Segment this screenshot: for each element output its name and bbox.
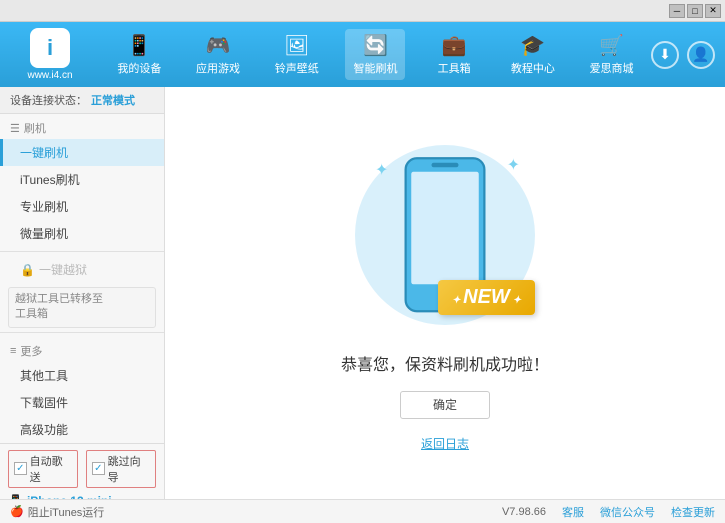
sidebar-item-no-data-loss[interactable]: 微量刷机 — [0, 220, 164, 247]
sidebar-section-more: ≡ 更多 — [0, 337, 164, 362]
nav-store[interactable]: 🛒 爱思商城 — [582, 29, 642, 80]
customer-service-link[interactable]: 客服 — [562, 504, 584, 520]
nav-toolbox[interactable]: 💼 工具箱 — [424, 29, 484, 80]
success-message: 恭喜您，保资料刷机成功啦！ — [341, 351, 549, 375]
back-link[interactable]: 返回日志 — [421, 435, 469, 452]
nav-tutorial[interactable]: 🎓 教程中心 — [503, 29, 563, 80]
nav-store-label: 爱思商城 — [590, 60, 634, 76]
title-bar: ─ □ ✕ — [0, 0, 725, 22]
nav-tutorial-icon: 🎓 — [520, 33, 545, 58]
sparkle-tr: ✦ — [507, 155, 520, 175]
lock-icon: 🔒 — [20, 263, 35, 277]
download-firmware-label: 下载固件 — [20, 396, 68, 410]
flash-section-label: 刷机 — [24, 120, 46, 136]
success-area: ✦ ✦ NEW 恭喜您，保资料刷机成功啦！ 确定 返回日志 — [341, 135, 549, 452]
one-key-flash-label: 一键刷机 — [20, 146, 68, 160]
auto-redirect-cb-box: ✓ — [14, 462, 27, 475]
nav-bar: 📱 我的设备 🎮 应用游戏 🖼 铃声壁纸 🔄 智能刷机 💼 工具箱 🎓 教程中心… — [100, 29, 651, 80]
header-right: ⬇ 👤 — [651, 41, 715, 69]
check-update-link[interactable]: 检查更新 — [671, 504, 715, 520]
logo[interactable]: i www.i4.cn — [10, 28, 90, 81]
nav-store-icon: 🛒 — [599, 33, 624, 58]
main-area: 设备连接状态： 正常模式 ☰ 刷机 一键刷机 iTunes刷机 专业刷机 微量刷… — [0, 87, 725, 499]
nav-my-device-label: 我的设备 — [117, 60, 161, 76]
device-icon: 📱 — [8, 494, 23, 499]
checkbox-area: ✓ 自动歌送 ✓ 跳过向导 — [8, 450, 156, 488]
advanced-label: 高级功能 — [20, 423, 68, 437]
content-area: ✦ ✦ NEW 恭喜您，保资料刷机成功啦！ 确定 返回日志 — [165, 87, 725, 499]
jailbreak-notice: 越狱工具已转移至工具箱 — [8, 287, 156, 328]
footer-right: V7.98.66 客服 微信公众号 检查更新 — [502, 504, 715, 520]
nav-my-device-icon: 📱 — [127, 33, 152, 58]
auto-redirect-checkbox[interactable]: ✓ 自动歌送 — [8, 450, 78, 488]
itunes-icon: 🍎 — [10, 505, 24, 518]
wechat-link[interactable]: 微信公众号 — [600, 504, 655, 520]
nav-apps-label: 应用游戏 — [196, 60, 240, 76]
status-label: 设备连接状态： — [10, 92, 87, 108]
device-name-text: iPhone 12 mini — [27, 494, 112, 499]
flash-section-icon: ☰ — [10, 122, 20, 135]
nav-apps-games[interactable]: 🎮 应用游戏 — [188, 29, 248, 80]
user-button[interactable]: 👤 — [687, 41, 715, 69]
download-button[interactable]: ⬇ — [651, 41, 679, 69]
sidebar: 设备连接状态： 正常模式 ☰ 刷机 一键刷机 iTunes刷机 专业刷机 微量刷… — [0, 87, 165, 499]
nav-wallpaper[interactable]: 🖼 铃声壁纸 — [267, 29, 327, 80]
footer-left: 🍎 阻止iTunes运行 — [10, 504, 104, 520]
more-section-label: 更多 — [20, 343, 42, 359]
confirm-button[interactable]: 确定 — [400, 391, 490, 419]
skip-guide-checkbox[interactable]: ✓ 跳过向导 — [86, 450, 156, 488]
window-controls: ─ □ ✕ — [669, 4, 721, 18]
nav-tutorial-label: 教程中心 — [511, 60, 555, 76]
nav-smart-flash-icon: 🔄 — [363, 33, 388, 58]
footer: 🍎 阻止iTunes运行 V7.98.66 客服 微信公众号 检查更新 — [0, 499, 725, 523]
nav-toolbox-label: 工具箱 — [438, 60, 471, 76]
jailbreak-label: 一键越狱 — [39, 261, 87, 278]
sidebar-section-jailbreak: 🔒 一键越狱 — [0, 256, 164, 283]
sidebar-item-pro-flash[interactable]: 专业刷机 — [0, 193, 164, 220]
nav-wallpaper-icon: 🖼 — [284, 33, 309, 58]
maximize-button[interactable]: □ — [687, 4, 703, 18]
sidebar-divider-2 — [0, 332, 164, 333]
nav-my-device[interactable]: 📱 我的设备 — [109, 29, 169, 80]
sidebar-bottom: ✓ 自动歌送 ✓ 跳过向导 📱 iPhone 12 mini 64GB Down… — [0, 443, 164, 499]
status-value: 正常模式 — [91, 92, 135, 108]
skip-guide-label: 跳过向导 — [108, 453, 150, 485]
sparkle-tl: ✦ — [375, 160, 388, 180]
pro-flash-label: 专业刷机 — [20, 200, 68, 214]
header: i www.i4.cn 📱 我的设备 🎮 应用游戏 🖼 铃声壁纸 🔄 智能刷机 … — [0, 22, 725, 87]
sidebar-item-one-key-flash[interactable]: 一键刷机 — [0, 139, 164, 166]
phone-illustration: ✦ ✦ NEW — [345, 135, 545, 335]
new-badge: NEW — [438, 280, 535, 315]
skip-guide-cb-box: ✓ — [92, 462, 105, 475]
nav-smart-flash[interactable]: 🔄 智能刷机 — [345, 29, 405, 80]
auto-redirect-label: 自动歌送 — [30, 453, 72, 485]
nav-smart-flash-label: 智能刷机 — [353, 60, 397, 76]
more-section-icon: ≡ — [10, 345, 16, 357]
nav-apps-icon: 🎮 — [206, 33, 231, 58]
logo-icon: i — [30, 28, 70, 68]
sidebar-divider-1 — [0, 251, 164, 252]
status-bar: 设备连接状态： 正常模式 — [0, 87, 164, 114]
sidebar-item-itunes-flash[interactable]: iTunes刷机 — [0, 166, 164, 193]
jailbreak-notice-text: 越狱工具已转移至工具箱 — [15, 293, 103, 320]
nav-toolbox-icon: 💼 — [442, 33, 467, 58]
footer-itunes-status: 阻止iTunes运行 — [28, 504, 105, 520]
nav-wallpaper-label: 铃声壁纸 — [275, 60, 319, 76]
minimize-button[interactable]: ─ — [669, 4, 685, 18]
logo-subtext: www.i4.cn — [27, 70, 72, 81]
sidebar-item-advanced[interactable]: 高级功能 — [0, 416, 164, 443]
sidebar-item-other-tools[interactable]: 其他工具 — [0, 362, 164, 389]
version-label: V7.98.66 — [502, 506, 546, 518]
itunes-flash-label: iTunes刷机 — [20, 173, 80, 187]
close-button[interactable]: ✕ — [705, 4, 721, 18]
device-info: 📱 iPhone 12 mini 64GB Down-12mini-13,1 — [8, 494, 156, 499]
no-data-loss-label: 微量刷机 — [20, 227, 68, 241]
sidebar-item-download-firmware[interactable]: 下载固件 — [0, 389, 164, 416]
other-tools-label: 其他工具 — [20, 369, 68, 383]
sidebar-section-flash: ☰ 刷机 — [0, 114, 164, 139]
device-name-row: 📱 iPhone 12 mini — [8, 494, 156, 499]
